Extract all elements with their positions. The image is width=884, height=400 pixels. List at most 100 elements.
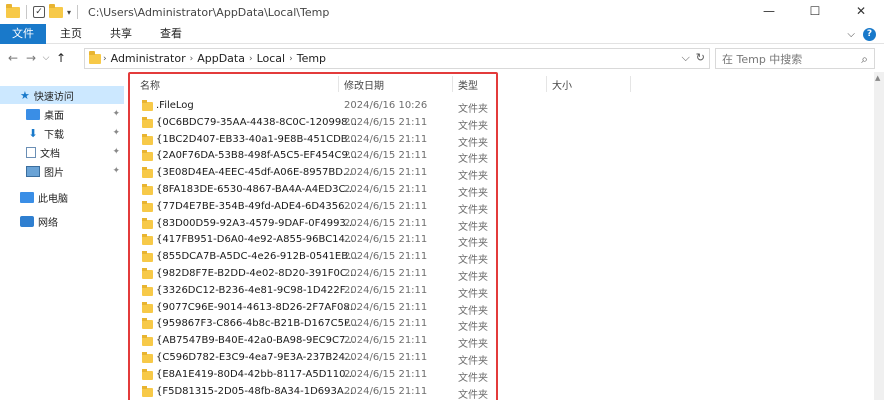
folder-icon xyxy=(142,368,153,380)
file-date: 2024/6/15 21:11 xyxy=(344,284,428,296)
title-bar: ✓ ▾ C:\Users\Administrator\AppData\Local… xyxy=(0,0,884,24)
search-input[interactable]: 在 Temp 中搜索 ⌕ xyxy=(715,48,875,69)
sidebar-item-documents[interactable]: 文档 ✦ xyxy=(0,143,124,161)
table-row[interactable]: {C596D782-E3C9-4ea7-9E3A-237B24... 2024/6… xyxy=(138,350,498,367)
table-row[interactable]: {AB7547B9-B40E-42a0-BA98-9EC9C7... 2024/6… xyxy=(138,333,498,350)
recent-locations-icon[interactable]: ⌵ xyxy=(40,53,52,63)
sidebar-item-this-pc[interactable]: 此电脑 xyxy=(0,188,124,206)
sidebar-item-quick-access[interactable]: ★ 快速访问 xyxy=(0,86,124,104)
sidebar-item-label: 下载 xyxy=(44,129,64,141)
breadcrumb-appdata[interactable]: AppData xyxy=(197,52,245,65)
search-icon[interactable]: ⌕ xyxy=(861,52,868,67)
vertical-scrollbar[interactable]: ▲ xyxy=(874,72,884,400)
tab-share[interactable]: 共享 xyxy=(96,24,146,44)
file-name: {1BC2D407-EB33-40a1-9E8B-451CDB... xyxy=(156,133,358,145)
column-size[interactable]: 大小 xyxy=(552,77,572,92)
file-type: 文件夹 xyxy=(458,339,488,351)
file-date: 2024/6/15 21:11 xyxy=(344,133,428,145)
sidebar-item-desktop[interactable]: 桌面 ✦ xyxy=(0,105,124,123)
table-row[interactable]: {F5D81315-2D05-48fb-8A34-1D693A... 2024/6… xyxy=(138,384,498,400)
table-row[interactable]: {9077C96E-9014-4613-8D26-2F7AF08... 2024/… xyxy=(138,300,498,317)
tab-file[interactable]: 文件 xyxy=(0,23,46,44)
file-type: 文件夹 xyxy=(458,288,488,300)
table-row[interactable]: {959867F3-C866-4b8c-B21B-D167C5F... 2024/… xyxy=(138,316,498,333)
help-icon[interactable]: ? xyxy=(863,27,876,41)
breadcrumb-chevron-icon[interactable]: › xyxy=(249,54,253,64)
table-row[interactable]: {77D4E7BE-354B-49fd-ADE4-6D4356... 2024/6… xyxy=(138,199,498,216)
close-button[interactable]: ✕ xyxy=(838,0,884,24)
table-row[interactable]: {982D8F7E-B2DD-4e02-8D20-391F0C... 2024/6… xyxy=(138,266,498,283)
folder-icon xyxy=(142,385,153,397)
table-row[interactable]: {8FA183DE-6530-4867-BA4A-A4ED3C... 2024/6… xyxy=(138,182,498,199)
table-row[interactable]: {1BC2D407-EB33-40a1-9E8B-451CDB... 2024/6… xyxy=(138,132,498,149)
tab-home[interactable]: 主页 xyxy=(46,24,96,44)
table-row[interactable]: {2A0F76DA-53B8-498f-A5C5-EF454C9... 2024/… xyxy=(138,148,498,165)
file-name: {77D4E7BE-354B-49fd-ADE4-6D4356... xyxy=(156,200,355,212)
folder-icon xyxy=(142,217,153,229)
table-row[interactable]: {0C6BDC79-35AA-4438-8C0C-120998... 2024/6… xyxy=(138,115,498,132)
sidebar-item-label: 图片 xyxy=(44,167,64,179)
column-divider[interactable] xyxy=(546,76,547,92)
file-type: 文件夹 xyxy=(458,221,488,233)
file-type: 文件夹 xyxy=(458,137,488,149)
folder-icon xyxy=(6,3,20,18)
table-row[interactable]: {E8A1E419-80D4-42bb-8117-A5D110... 2024/6… xyxy=(138,367,498,384)
file-name: {83D00D59-92A3-4579-9DAF-0F4993... xyxy=(156,217,356,229)
table-row[interactable]: .FileLog 2024/6/16 10:26 文件夹 xyxy=(138,98,498,115)
file-date: 2024/6/15 21:11 xyxy=(344,268,428,279)
breadcrumb-local[interactable]: Local xyxy=(257,52,286,65)
scroll-up-icon[interactable]: ▲ xyxy=(875,74,880,82)
file-type: 文件夹 xyxy=(458,305,488,317)
breadcrumb-chevron-icon[interactable]: › xyxy=(289,54,293,64)
table-row[interactable]: {3E08D4EA-4EEC-45df-A06E-8957BD... 2024/6… xyxy=(138,165,498,182)
maximize-button[interactable]: ☐ xyxy=(792,0,838,24)
table-row[interactable]: {3326DC12-B236-4e81-9C98-1D422F... 2024/6… xyxy=(138,283,498,300)
folder-icon xyxy=(142,335,153,347)
pin-icon: ✦ xyxy=(112,128,120,138)
toolbar-divider xyxy=(26,5,27,19)
column-divider[interactable] xyxy=(452,76,453,92)
column-name[interactable]: 名称 xyxy=(140,77,160,92)
sidebar-item-network[interactable]: 网络 xyxy=(0,212,124,230)
customize-toolbar-icon[interactable]: ▾ xyxy=(67,8,71,17)
breadcrumb-chevron-icon: › xyxy=(103,53,107,64)
sidebar-item-downloads[interactable]: ⬇ 下载 ✦ xyxy=(0,124,124,142)
file-type: 文件夹 xyxy=(458,322,488,334)
breadcrumb-administrator[interactable]: Administrator xyxy=(111,52,186,65)
up-arrow-icon[interactable]: ↑ xyxy=(52,51,70,65)
file-date: 2024/6/15 21:11 xyxy=(344,234,428,246)
forward-arrow-icon[interactable]: → xyxy=(22,51,40,65)
folder-icon xyxy=(142,234,153,246)
folder-icon xyxy=(142,150,153,162)
refresh-icon[interactable]: ↻ xyxy=(696,51,705,65)
sidebar-item-label: 桌面 xyxy=(44,110,64,122)
column-type[interactable]: 类型 xyxy=(458,77,478,92)
breadcrumb-chevron-icon[interactable]: › xyxy=(190,54,194,64)
column-divider[interactable] xyxy=(338,76,339,92)
minimize-button[interactable]: — xyxy=(746,0,792,24)
expand-ribbon-icon[interactable]: ⌵ xyxy=(847,29,855,40)
file-type: 文件夹 xyxy=(458,120,488,132)
column-date[interactable]: 修改日期 xyxy=(344,77,384,92)
computer-icon xyxy=(20,191,34,203)
file-date: 2024/6/15 21:11 xyxy=(344,301,428,313)
folder-icon xyxy=(142,284,153,296)
table-row[interactable]: {417FB951-D6A0-4e92-A855-96BC14... 2024/6… xyxy=(138,232,498,249)
file-date: 2024/6/15 21:11 xyxy=(344,352,428,363)
properties-icon[interactable]: ✓ xyxy=(33,6,45,18)
back-arrow-icon[interactable]: ← xyxy=(4,51,22,65)
file-type: 文件夹 xyxy=(458,356,488,367)
table-row[interactable]: {83D00D59-92A3-4579-9DAF-0F4993... 2024/6… xyxy=(138,216,498,233)
file-date: 2024/6/15 21:11 xyxy=(344,184,428,195)
address-bar[interactable]: › Administrator › AppData › Local › Temp… xyxy=(84,48,710,69)
tab-view[interactable]: 查看 xyxy=(146,24,196,44)
folder-icon xyxy=(142,200,153,212)
sidebar-item-pictures[interactable]: 图片 ✦ xyxy=(0,162,124,180)
folder-icon xyxy=(142,133,153,145)
window-title: C:\Users\Administrator\AppData\Local\Tem… xyxy=(88,5,330,19)
column-divider[interactable] xyxy=(630,76,631,92)
new-folder-icon[interactable] xyxy=(49,3,63,18)
table-row[interactable]: {855DCA7B-A5DC-4e26-912B-0541EB... 2024/6… xyxy=(138,249,498,266)
breadcrumb-temp[interactable]: Temp xyxy=(297,52,326,65)
address-dropdown-icon[interactable]: ⌵ xyxy=(681,51,689,65)
